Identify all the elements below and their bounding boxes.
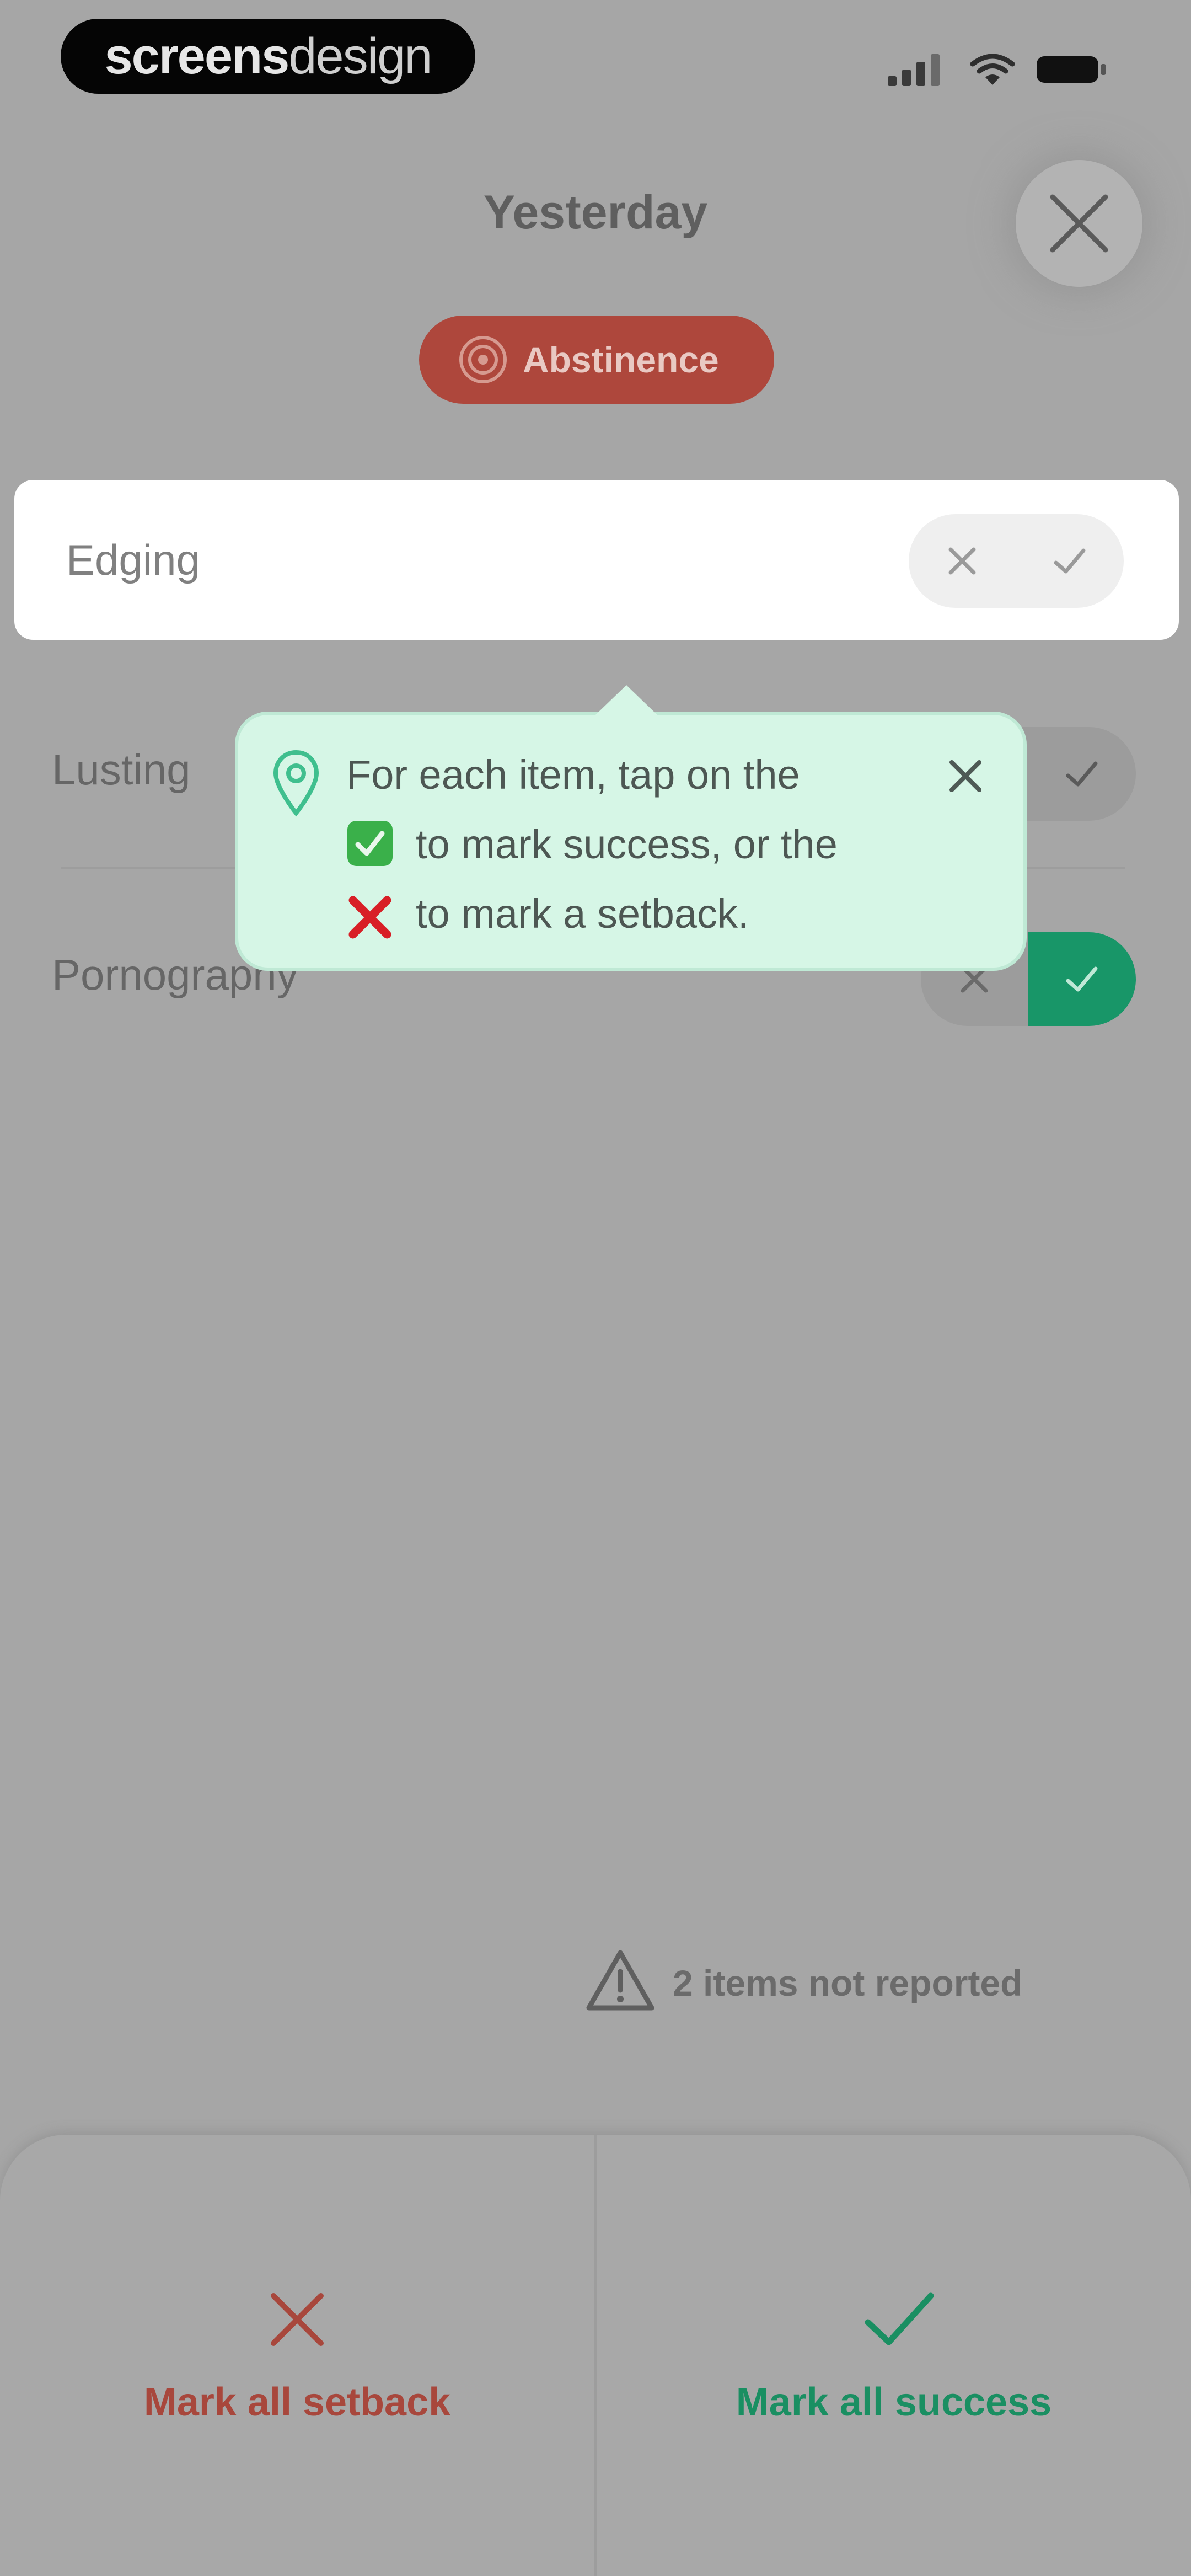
tooltip-text-line-2: to mark success, or the [416,821,838,867]
tooltip-close-icon[interactable] [947,758,984,794]
category-chip[interactable]: Abstinence [419,316,774,404]
close-icon [1050,194,1108,253]
bulk-action-bar: Mark all setback Mark all success [0,2135,1191,2576]
chip-label: Abstinence [523,339,719,380]
tooltip-text-line-3: to mark a setback. [416,891,749,937]
unreported-warning: 2 items not reported [584,1947,1103,2019]
mark-all-setback-label: Mark all setback [143,2380,451,2424]
mark-all-success-button[interactable]: Mark all success [597,2135,1191,2576]
wifi-icon [970,54,1015,85]
tooltip-arrow [596,685,657,715]
check-box-icon [347,821,393,866]
app-screen: screensdesign Yesterday Abstinence Edgin… [0,0,1191,2576]
status-icons [888,53,1114,92]
x-icon [271,2293,324,2346]
check-icon [1054,548,1086,574]
check-icon [865,2292,934,2345]
mark-success-button[interactable] [1028,932,1136,1026]
check-icon [1066,761,1098,787]
target-icon [459,336,507,383]
mark-success-button[interactable] [1016,514,1124,608]
warning-triangle-icon [586,1950,654,2011]
signal-icon [888,54,940,86]
warning-text: 2 items not reported [673,1963,1023,2003]
item-toggle [909,514,1124,608]
page-title: Yesterday [483,186,708,239]
item-label: Lusting [52,745,191,794]
cross-mark-icon [348,896,391,939]
mark-setback-button[interactable] [909,514,1016,608]
close-button[interactable] [1016,160,1142,287]
mark-all-success-label: Mark all success [736,2380,1052,2424]
check-icon [1066,966,1098,992]
brand-watermark: screensdesign [61,19,475,94]
x-icon [948,547,976,575]
list-item-edging: Edging [14,480,1179,640]
tooltip-text-line-1: For each item, tap on the [346,752,800,798]
mark-success-button[interactable] [1028,727,1136,821]
hint-tooltip: For each item, tap on the to mark succes… [235,685,1027,971]
battery-icon [1037,56,1106,83]
map-pin-icon [273,750,319,817]
item-label: Edging [66,536,200,584]
mark-all-setback-button[interactable]: Mark all setback [0,2135,594,2576]
